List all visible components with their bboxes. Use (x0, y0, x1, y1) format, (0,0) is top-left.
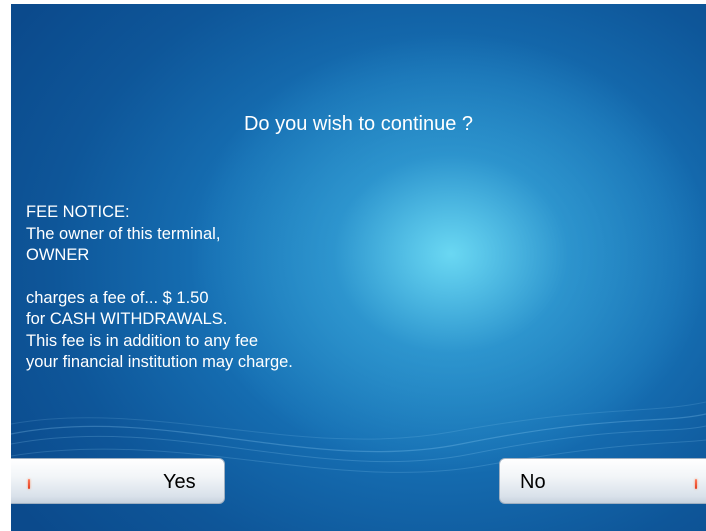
yes-button-label: Yes (163, 471, 196, 493)
additional-fee-line: This fee is in addition to any fee (26, 331, 259, 350)
button-indicator-icon (28, 479, 30, 489)
fee-notice: FEE NOTICE: The owner of this terminal, … (26, 202, 666, 374)
no-button-label: No (520, 471, 546, 493)
fee-amount-line: charges a fee of... $ 1.50 (26, 288, 209, 307)
fee-notice-heading: FEE NOTICE: (26, 203, 130, 221)
owner-name: OWNER (26, 246, 90, 264)
atm-screen: Do you wish to continue ? FEE NOTICE: Th… (11, 4, 706, 531)
continue-prompt: Do you wish to continue ? (243, 113, 474, 135)
transaction-type-line: for CASH WITHDRAWALS. (26, 310, 228, 328)
institution-fee-line: your financial institution may charge. (26, 353, 293, 371)
yes-button[interactable]: Yes (11, 458, 225, 504)
no-button[interactable]: No (499, 458, 706, 504)
notice-spacer (26, 267, 666, 288)
button-indicator-icon (695, 479, 697, 489)
owner-line: The owner of this terminal, (26, 224, 221, 243)
